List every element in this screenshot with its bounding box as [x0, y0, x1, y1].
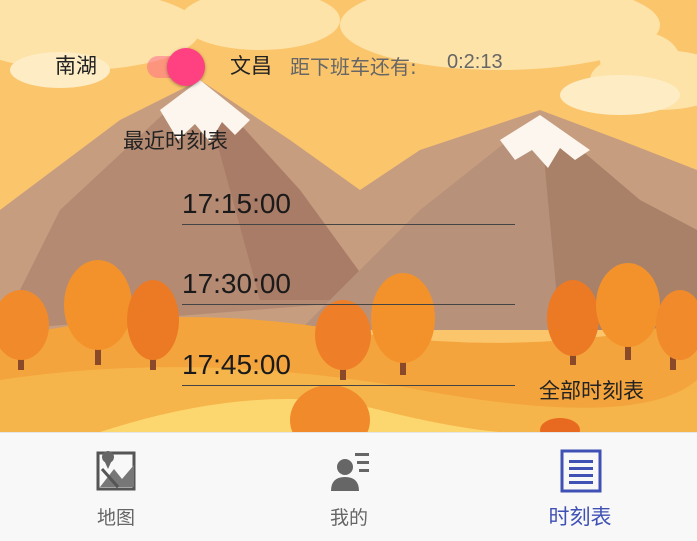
departure-time: 17:30:00 [182, 268, 291, 299]
bottom-navigation: 地图 我的 时刻表 [0, 432, 697, 541]
nav-label-map: 地图 [96, 507, 135, 529]
nav-item-schedule[interactable]: 时刻表 [520, 433, 640, 541]
departure-time: 17:15:00 [182, 188, 291, 219]
profile-icon [329, 449, 371, 493]
countdown-value: 0:2:13 [447, 51, 503, 73]
departure-time: 17:45:00 [182, 349, 291, 380]
app-screen: 南湖 文昌 距下班车还有: 0:2:13 最近时刻表 17:15:00 17:3… [0, 0, 697, 541]
from-station-label: 南湖 [55, 54, 97, 78]
to-station-label: 文昌 [230, 54, 272, 78]
countdown-label: 距下班车还有: [290, 55, 417, 79]
nav-label-profile: 我的 [329, 507, 368, 529]
schedule-time-row: 17:15:00 [182, 184, 515, 225]
map-icon [96, 449, 138, 493]
nav-label-schedule: 时刻表 [548, 505, 612, 529]
nav-item-map[interactable]: 地图 [56, 433, 176, 541]
direction-switch[interactable] [145, 46, 209, 86]
all-schedule-link[interactable]: 全部时刻表 [539, 375, 644, 405]
schedule-icon [560, 449, 602, 493]
recent-schedule-title: 最近时刻表 [123, 129, 228, 153]
schedule-time-row: 17:30:00 [182, 264, 515, 305]
route-header: 南湖 文昌 距下班车还有: 0:2:13 [0, 40, 697, 88]
nav-item-profile[interactable]: 我的 [289, 433, 409, 541]
switch-thumb [167, 48, 205, 86]
schedule-time-row: 17:45:00 [182, 345, 515, 386]
